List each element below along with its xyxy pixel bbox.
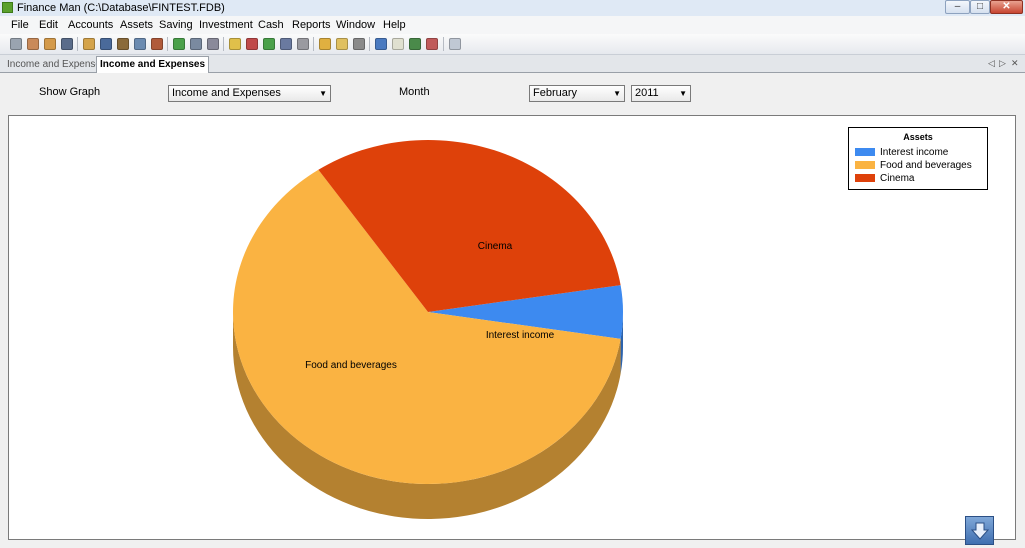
legend-label-cinema: Cinema	[880, 173, 915, 184]
legend-label-interest: Interest income	[880, 147, 949, 158]
pie-chart: Interest income Food and beverages Cinema	[233, 140, 623, 520]
scroll-down-button[interactable]	[965, 516, 994, 545]
chart-legend: Assets Interest income Food and beverage…	[848, 127, 988, 190]
pie-label-cinema: Cinema	[478, 241, 513, 252]
pie-label-interest: Interest income	[486, 330, 555, 341]
legend-title: Assets	[903, 132, 933, 142]
legend-label-food: Food and beverages	[880, 160, 972, 171]
legend-swatch-interest	[855, 148, 875, 156]
legend-swatch-food	[855, 161, 875, 169]
pie-label-food: Food and beverages	[305, 360, 397, 371]
arrow-down-icon	[971, 522, 989, 540]
legend-swatch-cinema	[855, 174, 875, 182]
